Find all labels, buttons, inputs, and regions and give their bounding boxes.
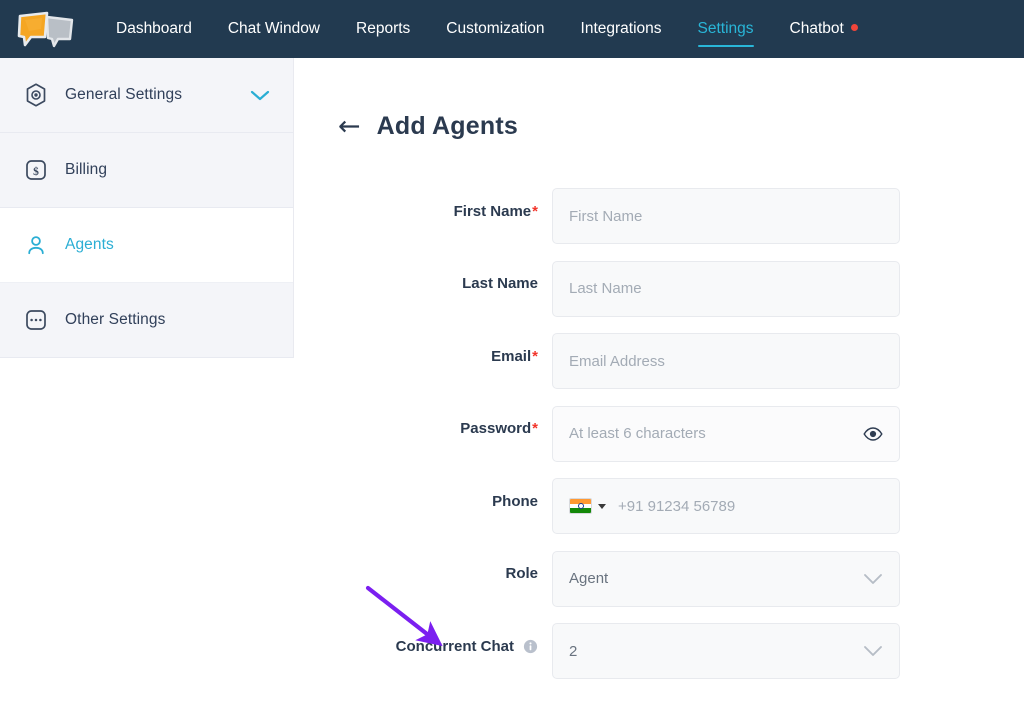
chevron-down-icon[interactable] xyxy=(863,573,883,585)
last-name-input[interactable]: Last Name xyxy=(552,260,900,317)
sidebar-item-label: Other Settings xyxy=(65,311,166,328)
email-placeholder: Email Address xyxy=(569,352,665,370)
nav-link-label: Chat Window xyxy=(227,20,321,37)
nav-link-label: Reports xyxy=(356,20,411,37)
email-field-cell: Email Address xyxy=(552,333,900,389)
concurrent-chat-field-cell: 2 xyxy=(552,623,900,679)
concurrent-chat-label: Concurrent Chat xyxy=(294,623,552,655)
phone-label: Phone xyxy=(294,478,552,510)
info-circle-icon[interactable] xyxy=(523,639,538,654)
form-row-phone: Phone +91 91234 56789 xyxy=(294,478,1024,534)
sidebar-item-billing[interactable]: $ Billing xyxy=(0,133,293,208)
phone-input[interactable]: +91 91234 56789 xyxy=(552,478,900,534)
chat-bubbles-logo[interactable] xyxy=(14,9,76,49)
nav-link-label: Dashboard xyxy=(116,20,192,37)
sidebar-item-other-settings[interactable]: Other Settings xyxy=(0,283,293,358)
required-marker: * xyxy=(532,202,538,220)
form-row-password: Password * At least 6 characters xyxy=(294,405,1024,462)
label-text: Last Name xyxy=(462,275,538,292)
label-text: Password xyxy=(460,420,532,437)
add-agent-form: First Name * First Name Last Name Last Na… xyxy=(294,188,1024,696)
nav-link-chatbot[interactable]: Chatbot xyxy=(772,0,876,58)
label-text: First Name xyxy=(453,202,532,220)
sidebar-item-label: Agents xyxy=(65,236,114,253)
last-name-placeholder: Last Name xyxy=(569,280,642,297)
password-placeholder: At least 6 characters xyxy=(569,425,706,442)
nav-link-chat-window[interactable]: Chat Window xyxy=(210,0,338,58)
settings-sidebar: General Settings $ Billing Agents Other … xyxy=(0,58,294,710)
phone-field-cell: +91 91234 56789 xyxy=(552,478,900,534)
nav-link-customization[interactable]: Customization xyxy=(428,0,562,58)
main-content: ← Add Agents First Name * First Name Last… xyxy=(294,58,1024,710)
form-row-concurrent-chat: Concurrent Chat 2 xyxy=(294,623,1024,679)
nav-link-label: Settings xyxy=(697,20,754,37)
user-icon xyxy=(21,230,51,260)
concurrent-chat-select[interactable]: 2 xyxy=(552,623,900,679)
dollar-square-icon: $ xyxy=(21,155,51,185)
nav-links: Dashboard Chat Window Reports Customizat… xyxy=(98,0,876,58)
required-marker: * xyxy=(532,347,538,365)
last-name-label: Last Name xyxy=(294,261,552,293)
sidebar-item-agents[interactable]: Agents xyxy=(0,208,293,283)
first-name-placeholder: First Name xyxy=(569,207,643,225)
page-header: ← Add Agents xyxy=(338,112,518,141)
nav-link-dashboard[interactable]: Dashboard xyxy=(98,0,210,58)
label-text: Concurrent Chat xyxy=(395,637,514,655)
nav-link-settings[interactable]: Settings xyxy=(680,0,772,58)
label-text: Email xyxy=(491,347,532,365)
role-label: Role xyxy=(294,551,552,583)
sidebar-empty-area xyxy=(0,358,294,710)
password-input[interactable]: At least 6 characters xyxy=(552,405,900,462)
sidebar-item-general-settings[interactable]: General Settings xyxy=(0,58,293,133)
email-label: Email * xyxy=(294,333,552,365)
form-row-role: Role Agent xyxy=(294,550,1024,607)
top-navbar: Dashboard Chat Window Reports Customizat… xyxy=(0,0,1024,58)
dots-square-icon xyxy=(21,305,51,335)
chevron-down-icon[interactable] xyxy=(249,88,271,102)
back-arrow-icon[interactable]: ← xyxy=(338,113,361,140)
password-label: Password * xyxy=(294,406,552,438)
nav-link-integrations[interactable]: Integrations xyxy=(563,0,680,58)
chatbot-notification-dot-icon xyxy=(850,24,858,32)
nav-link-label: Chatbot xyxy=(789,20,844,37)
form-row-first-name: First Name * First Name xyxy=(294,188,1024,244)
hexagon-settings-icon xyxy=(21,80,51,110)
concurrent-chat-selected-value: 2 xyxy=(569,642,578,660)
role-selected-value: Agent xyxy=(569,570,609,587)
svg-text:$: $ xyxy=(33,165,39,178)
form-row-last-name: Last Name Last Name xyxy=(294,260,1024,317)
first-name-field-cell: First Name xyxy=(552,188,900,244)
form-row-email: Email * Email Address xyxy=(294,333,1024,389)
phone-placeholder: +91 91234 56789 xyxy=(618,497,736,515)
page-title: Add Agents xyxy=(376,112,518,140)
email-field[interactable]: Email Address xyxy=(552,333,900,389)
label-text: Phone xyxy=(492,492,538,510)
country-caret-down-icon[interactable] xyxy=(598,503,606,509)
sidebar-item-label: General Settings xyxy=(65,86,183,103)
role-field-cell: Agent xyxy=(552,550,900,607)
nav-link-reports[interactable]: Reports xyxy=(338,0,428,58)
first-name-input[interactable]: First Name xyxy=(552,188,900,244)
last-name-field-cell: Last Name xyxy=(552,260,900,317)
eye-icon[interactable] xyxy=(863,426,883,441)
role-select[interactable]: Agent xyxy=(552,550,900,607)
nav-link-label: Integrations xyxy=(580,20,662,37)
india-flag-icon[interactable] xyxy=(569,498,592,514)
required-marker: * xyxy=(532,420,538,437)
label-text: Role xyxy=(505,565,538,582)
first-name-label: First Name * xyxy=(294,188,552,220)
chevron-down-icon[interactable] xyxy=(863,645,883,657)
sidebar-item-label: Billing xyxy=(65,161,108,178)
nav-link-label: Customization xyxy=(446,20,545,37)
password-field-cell: At least 6 characters xyxy=(552,405,900,462)
